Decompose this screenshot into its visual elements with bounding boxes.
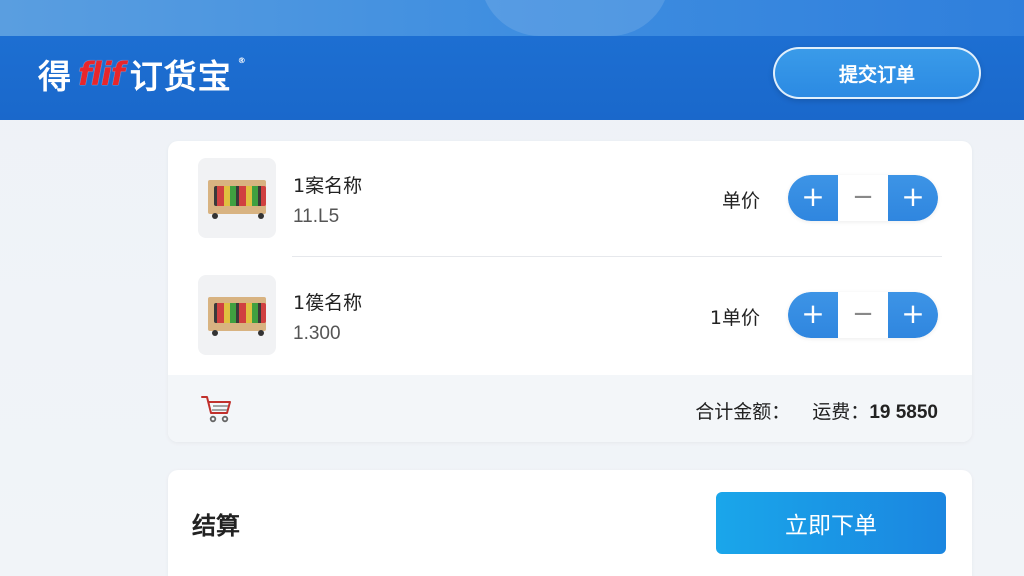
quantity-stepper: + − +: [788, 175, 938, 221]
checkout-label: 结算: [192, 512, 240, 540]
product-thumbnail: [198, 275, 276, 355]
order-item: 1篌名称 1.300 1单价 + − +: [168, 258, 972, 374]
logo-prefix: 得: [38, 57, 72, 96]
item-price: 11.L5: [293, 206, 340, 227]
increase-button[interactable]: +: [788, 175, 838, 221]
product-thumbnail: [198, 158, 276, 238]
increase-button[interactable]: +: [788, 292, 838, 338]
order-total: 合计金额： 运费：19 5850: [695, 397, 938, 424]
logo-mark: flif: [78, 55, 125, 93]
order-summary-row: 合计金额： 运费：19 5850: [168, 375, 972, 442]
decrease-button[interactable]: −: [838, 175, 888, 221]
shipping-label: 运费：: [812, 401, 870, 423]
row-divider: [292, 256, 942, 257]
app-header: 得 flif 订货宝 ® 提交订单: [0, 36, 1024, 120]
cart-icon[interactable]: [200, 393, 234, 425]
increase-button-right[interactable]: +: [888, 292, 938, 338]
app-logo: 得 flif 订货宝 ®: [38, 54, 247, 96]
item-price: 1.300: [293, 323, 341, 344]
quantity-stepper: + − +: [788, 292, 938, 338]
decrease-button[interactable]: −: [838, 292, 888, 338]
top-banner-strip: [0, 0, 1024, 36]
order-items-card: 1案名称 11.L5 单价 + − + 1篌名称 1.300 1单价 + − +: [168, 141, 972, 442]
logo-registered: ®: [237, 56, 247, 65]
order-item: 1案名称 11.L5 单价 + − +: [168, 141, 972, 257]
checkout-card: 结算 立即下单: [168, 470, 972, 576]
item-name: 1篌名称: [293, 292, 363, 314]
banner-decoration: [480, 0, 670, 36]
unit-price-label: 1单价: [709, 307, 760, 329]
logo-suffix: 订货宝: [129, 57, 232, 96]
increase-button-right[interactable]: +: [888, 175, 938, 221]
submit-order-button[interactable]: 提交订单: [773, 47, 981, 99]
total-label: 合计金额：: [695, 401, 791, 423]
item-name: 1案名称: [293, 175, 363, 197]
unit-price-label: 单价: [721, 190, 760, 212]
place-order-button[interactable]: 立即下单: [716, 492, 946, 554]
total-amount: 19 5850: [869, 402, 938, 423]
